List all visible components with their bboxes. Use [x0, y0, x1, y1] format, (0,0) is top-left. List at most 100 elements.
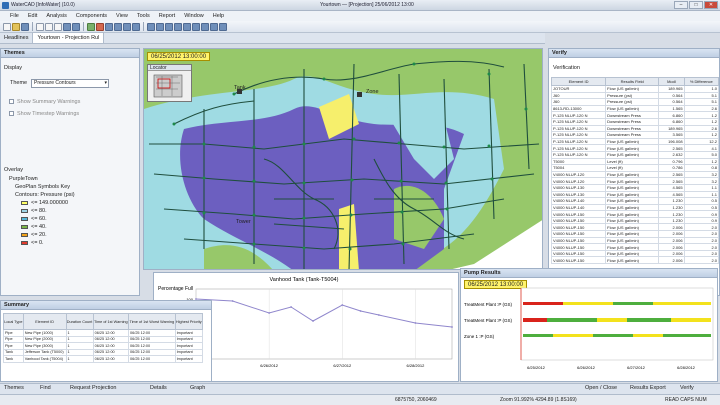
table-row[interactable]: 8613-RD-13000 Flow (US gal/min) 1.565 2.6 [550, 104, 719, 113]
graph-icon[interactable] [165, 22, 173, 31]
scenario-icon[interactable] [183, 22, 191, 31]
table-cell: 5.0 [683, 150, 719, 159]
tab-request-projection[interactable]: Request Projection [70, 385, 116, 391]
select-icon[interactable] [132, 22, 140, 31]
tab-verify[interactable]: Verify [680, 385, 694, 391]
tab-open-close[interactable]: Open / Close [585, 385, 617, 391]
table-row[interactable]: Tank Vanhood Tank (T5004) 1 06/25 12:00 06/2… [3, 355, 204, 363]
menu-tools[interactable]: Tools [137, 13, 150, 19]
table-row[interactable]: P-125 NLUP-120 N Downstream Press 6.860 1.2 [550, 111, 719, 119]
tab-results-export[interactable]: Results Export [630, 385, 666, 391]
redo-icon[interactable] [72, 22, 80, 31]
show-summary-checkbox[interactable] [9, 99, 14, 104]
tree-item-contours[interactable]: Contours: Pressure (psi) [15, 192, 75, 198]
table-row[interactable]: V4000 NLUP-150 Flow (US gal/min) 2.006 2.0 [550, 249, 719, 258]
table-row[interactable]: V4000 NLUP-120 Flow (US gal/min) 2.565 3.2 [550, 170, 719, 179]
column-header[interactable]: Highest Priority [174, 313, 204, 330]
table-row[interactable]: P-125 NLUP-120 N Downstream Press 189.965 2… [550, 124, 719, 133]
zoom-in-icon[interactable] [105, 22, 113, 31]
maximize-button[interactable]: □ [689, 1, 703, 9]
contour-map-canvas[interactable] [144, 49, 543, 270]
column-header[interactable]: Element ID [550, 77, 607, 86]
table-cell: 2.0 [683, 243, 719, 251]
zoom-out-icon[interactable] [114, 22, 122, 31]
cut-icon[interactable] [36, 22, 44, 31]
minimize-button[interactable]: – [674, 1, 688, 9]
column-header[interactable]: Time of 1st Warning [92, 313, 130, 330]
column-header[interactable]: % Difference [683, 77, 719, 86]
theme-select[interactable]: Pressure Contours ▾ [31, 79, 109, 88]
tab-details[interactable]: Details [150, 385, 167, 391]
locator-minimap[interactable] [148, 71, 191, 101]
network-map[interactable]: Tank Zone Tower 06/25/2012 13:00:00 Loca… [143, 48, 543, 270]
table-cell: JOTOUR [550, 85, 607, 93]
copy-icon[interactable] [45, 22, 53, 31]
table-row[interactable]: T5004 Level (ft) 0.786 0.8 [550, 164, 719, 172]
settings-icon[interactable] [210, 22, 218, 31]
menu-report[interactable]: Report [159, 13, 176, 19]
menu-edit[interactable]: Edit [28, 13, 37, 19]
tab-projection[interactable]: Yourtown - Projection Rul [32, 32, 105, 43]
table-row[interactable]: V4000 NLUP-150 Flow (US gal/min) 1.230 0.9 [550, 210, 719, 218]
menu-window[interactable]: Window [184, 13, 204, 19]
show-timestep-checkbox[interactable] [9, 111, 14, 116]
table-row[interactable]: V4000 NLUP-150 Flow (US gal/min) 1.230 0.9 [550, 216, 719, 225]
tab-graph[interactable]: Graph [190, 385, 205, 391]
table-row[interactable]: P-125 NLUP-120 N Downstream Press 3.565 1.2 [550, 131, 719, 139]
tree-item-symbols[interactable]: GeoPlan Symbols Key [15, 184, 70, 190]
table-row[interactable]: J60 Pressure (psi) 0.564 5.1 [550, 91, 719, 100]
table-row[interactable]: V4000 NLUP-150 Flow (US gal/min) 2.006 2.0 [550, 236, 719, 245]
tab-headlines[interactable]: Headlines [0, 33, 32, 43]
tab-themes[interactable]: Themes [4, 385, 24, 391]
menu-view[interactable]: View [116, 13, 128, 19]
time-icon[interactable] [192, 22, 200, 31]
table-row[interactable]: V4000 NLUP-150 Flow (US gal/min) 2.006 2.0 [550, 230, 719, 238]
column-header[interactable]: Duration Count [65, 313, 94, 330]
table-row[interactable]: V4000 NLUP-140 Flow (US gal/min) 1.230 0.5 [550, 203, 719, 212]
table-row[interactable]: V4000 NLUP-150 Flow (US gal/min) 2.006 2.0 [550, 223, 719, 232]
column-header[interactable]: Modl [658, 77, 685, 86]
pump-gantt-chart[interactable]: TreatMent Plant :P (GS) TreatMent Plant … [461, 278, 717, 380]
locator-window[interactable]: Locator [147, 64, 192, 102]
pan-icon[interactable] [123, 22, 131, 31]
table-row[interactable]: V4000 NLUP-150 Flow (US gal/min) 2.006 2.0 [550, 256, 719, 265]
table-row[interactable]: P-125 NLUP-120 N Flow (US gal/min) 2.565 4.… [550, 144, 719, 152]
open-folder-icon[interactable] [12, 22, 20, 31]
menu-file[interactable]: File [10, 13, 19, 19]
table-row[interactable]: T5000 Level (ft) 0.796 1.2 [550, 157, 719, 166]
table-row[interactable]: V4000 NLUP-120 Flow (US gal/min) 2.565 3.2 [550, 177, 719, 185]
table-cell: 1.2 [683, 111, 719, 119]
menu-analysis[interactable]: Analysis [46, 13, 66, 19]
table-row[interactable]: P-125 NLUP-120 N Flow (US gal/min) 196.008… [550, 137, 719, 146]
map-label-zone: Zone [366, 89, 379, 95]
menu-components[interactable]: Components [76, 13, 107, 19]
report-icon[interactable] [174, 22, 182, 31]
table-row[interactable]: V4000 NLUP-150 Flow (US gal/min) 2.006 2.0 [550, 243, 719, 251]
save-icon[interactable] [21, 22, 29, 31]
table-row[interactable]: P-125 NLUP-120 N Downstream Press 6.860 1.2 [550, 117, 719, 126]
undo-icon[interactable] [63, 22, 71, 31]
table-row[interactable]: V4000 NLUP-140 Flow (US gal/min) 1.230 0.5 [550, 197, 719, 205]
stop-icon[interactable] [96, 22, 104, 31]
play-icon[interactable] [201, 22, 209, 31]
new-file-icon[interactable] [3, 22, 11, 31]
table-icon[interactable] [156, 22, 164, 31]
column-header[interactable]: Time of 1st Worst Warning [128, 313, 176, 330]
help-icon[interactable] [219, 22, 227, 31]
legend-swatch [21, 225, 28, 229]
table-row[interactable]: J60 Pressure (psi) 0.564 5.1 [550, 98, 719, 106]
table-row[interactable]: JOTOUR Flow (US gal/min) 189.965 1.0 [550, 85, 719, 93]
menu-help[interactable]: Help [213, 13, 224, 19]
tree-item-purpletown[interactable]: PurpleTown [9, 176, 38, 182]
column-header[interactable]: Local Type [3, 313, 24, 330]
table-row[interactable]: P-125 NLUP-120 N Flow (US gal/min) 2.632 5.… [550, 150, 719, 159]
column-header[interactable]: Element ID [22, 313, 67, 330]
table-row[interactable]: V4000 NLUP-130 Flow (US gal/min) 4.565 1.1 [550, 190, 719, 199]
table-row[interactable]: V4000 NLUP-130 Flow (US gal/min) 4.565 1.1 [550, 183, 719, 192]
column-header[interactable]: Results Field [605, 77, 660, 86]
run-icon[interactable] [87, 22, 95, 31]
close-button[interactable]: ✕ [704, 1, 718, 9]
tab-find[interactable]: Find [40, 385, 51, 391]
layers-icon[interactable] [147, 22, 155, 31]
paste-icon[interactable] [54, 22, 62, 31]
